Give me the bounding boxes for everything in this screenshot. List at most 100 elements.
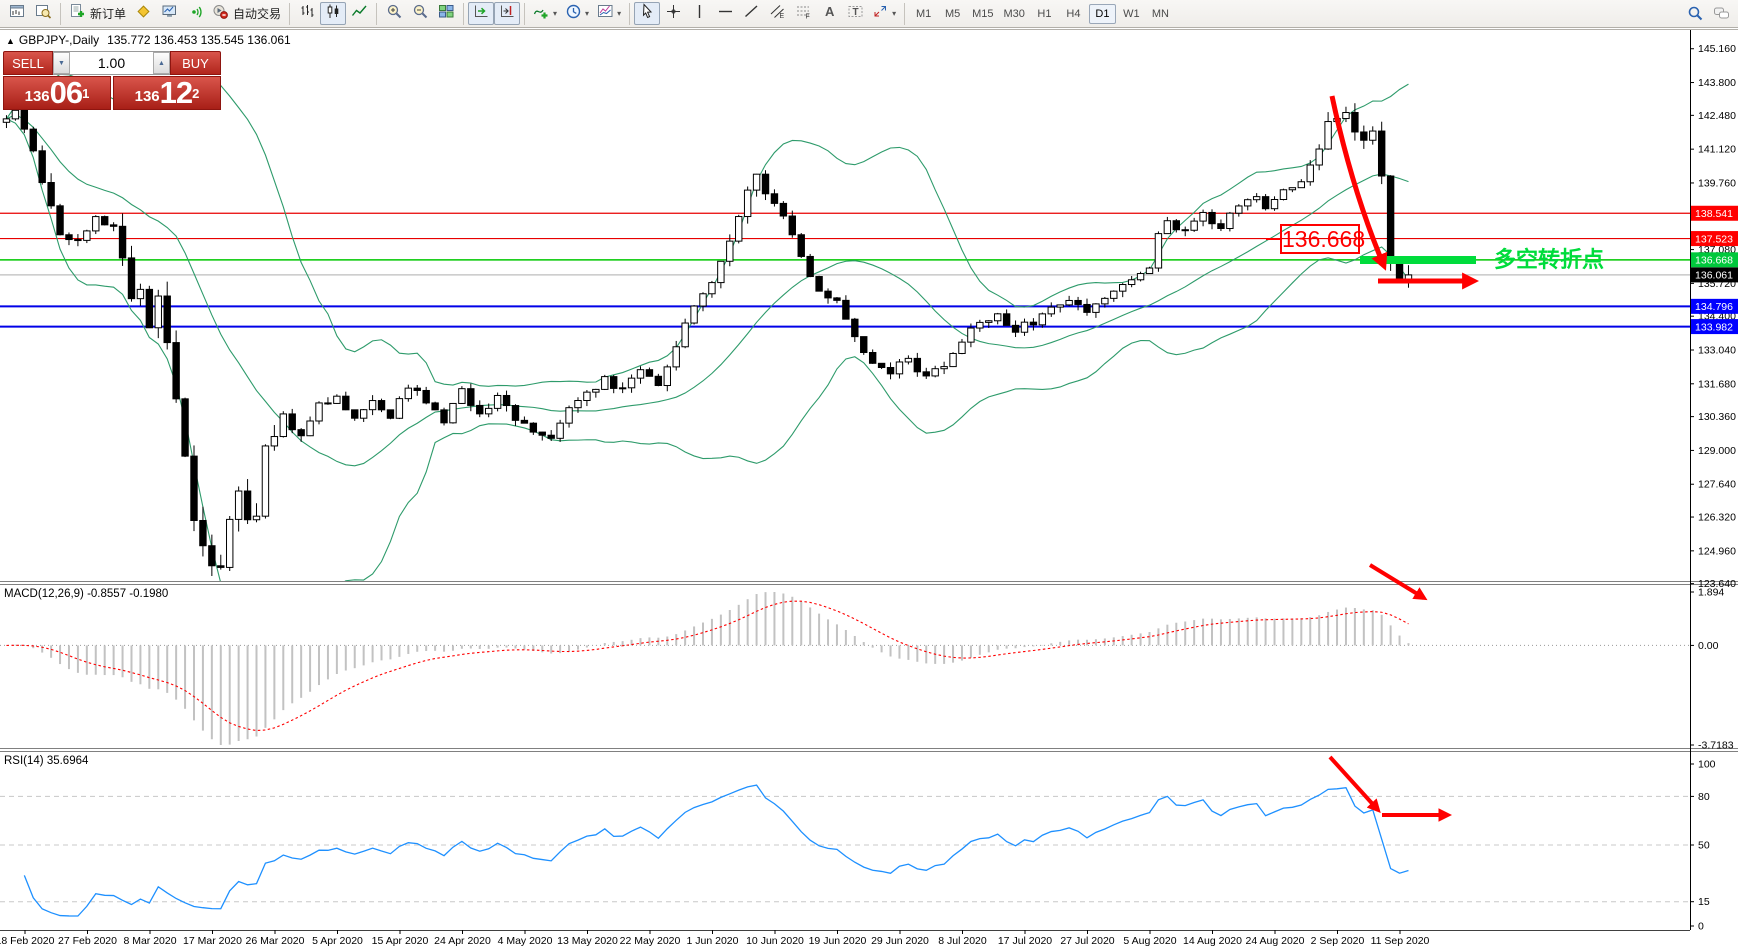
equidistant-channel-button[interactable]: E (764, 2, 790, 25)
horizontal-line-icon (717, 3, 734, 25)
timeframe-m5-button[interactable]: M5 (939, 4, 966, 24)
candles-chart-button[interactable] (320, 2, 347, 25)
svg-text:1 Jun 2020: 1 Jun 2020 (687, 935, 739, 947)
price-level-annotation[interactable]: 136.668 (1280, 224, 1365, 254)
svg-text:27 Feb 2020: 27 Feb 2020 (58, 935, 117, 947)
dropdown-arrow-icon[interactable]: ▾ (585, 9, 589, 18)
text-label-button[interactable]: T (842, 2, 868, 25)
mt4-terminal-window: 新订单 自动交易 ▾ ▾ ▾ E F A T ▾ M1 M5 M15 M30 H1 H4 D1 W1 MN 145.… (0, 0, 1738, 950)
arrows-icon (872, 3, 889, 25)
buy-button[interactable]: BUY (170, 51, 221, 75)
volume-decrease-button[interactable]: ▼ (53, 52, 70, 74)
collapse-panel-icon[interactable]: ▲ (6, 36, 15, 46)
timeframe-m1-button[interactable]: M1 (910, 4, 937, 24)
svg-text:136.061: 136.061 (1695, 270, 1733, 282)
svg-text:T: T (852, 7, 858, 18)
svg-text:19 Jun 2020: 19 Jun 2020 (809, 935, 867, 947)
templates-icon (597, 3, 614, 25)
candles-chart-icon (325, 3, 342, 25)
profiles-button[interactable] (30, 2, 56, 25)
svg-text:27 Jul 2020: 27 Jul 2020 (1060, 935, 1114, 947)
ohlc-values: 135.772 136.453 135.545 136.061 (107, 33, 291, 47)
zoom-out-button[interactable] (407, 2, 433, 25)
timeframe-d1-button[interactable]: D1 (1088, 3, 1116, 24)
svg-text:E: E (779, 13, 784, 20)
auto-scroll-button[interactable] (468, 2, 495, 25)
dropdown-arrow-icon[interactable]: ▾ (892, 9, 896, 18)
auto-trading-icon (212, 3, 229, 25)
timeframe-m15-button[interactable]: M15 (968, 4, 997, 24)
volume-stepper: ▼ ▲ (53, 51, 170, 75)
chart-canvas[interactable]: 145.160143.800142.480141.120139.760138.4… (0, 0, 1738, 950)
sell-price-point: 1 (82, 86, 90, 101)
svg-text:2 Sep 2020: 2 Sep 2020 (1311, 935, 1365, 947)
volume-increase-button[interactable]: ▲ (153, 52, 170, 74)
chart-shift-icon (499, 3, 516, 25)
svg-text:26 Mar 2020: 26 Mar 2020 (246, 935, 305, 947)
svg-text:F: F (805, 13, 809, 20)
svg-text:131.680: 131.680 (1698, 378, 1736, 390)
zoom-in-button[interactable] (381, 2, 407, 25)
line-chart-button[interactable] (346, 2, 372, 25)
history-center-button[interactable] (130, 2, 156, 25)
history-center-icon (135, 3, 152, 25)
sell-price-display[interactable]: 136 06 1 (3, 76, 111, 110)
toolbar-separator (904, 2, 906, 25)
bars-chart-button[interactable] (294, 2, 320, 25)
equidistant-channel-icon: E (769, 3, 786, 25)
fibonacci-button[interactable]: F (790, 2, 816, 25)
timeframe-m30-button[interactable]: M30 (1000, 4, 1029, 24)
svg-text:80: 80 (1698, 791, 1710, 803)
trendline-button[interactable] (738, 2, 764, 25)
market-watch-icon (161, 3, 178, 25)
vertical-line-button[interactable] (686, 2, 712, 25)
periods-button[interactable]: ▾ (561, 2, 593, 25)
volume-input[interactable] (70, 52, 153, 74)
svg-text:15 Apr 2020: 15 Apr 2020 (372, 935, 429, 947)
signals-button[interactable] (182, 2, 208, 25)
svg-text:127.640: 127.640 (1698, 479, 1736, 491)
new-order-button[interactable]: 新订单 (65, 2, 130, 25)
bars-chart-icon (299, 3, 316, 25)
timeframe-h1-button[interactable]: H1 (1031, 4, 1058, 24)
text-label-icon: T (847, 3, 864, 25)
toolbar-separator (629, 2, 631, 25)
timeframe-mn-button[interactable]: MN (1147, 4, 1174, 24)
dropdown-arrow-icon[interactable]: ▾ (553, 9, 557, 18)
dropdown-arrow-icon[interactable]: ▾ (617, 9, 621, 18)
svg-text:13 May 2020: 13 May 2020 (557, 935, 618, 947)
cursor-icon (639, 2, 656, 25)
crosshair-button[interactable] (660, 2, 686, 25)
toolbar-separator (463, 2, 465, 25)
fibonacci-icon: F (795, 3, 812, 25)
periods-icon (565, 3, 582, 25)
chart-shift-button[interactable] (494, 2, 521, 25)
market-watch-button[interactable] (156, 2, 182, 25)
buy-price-point: 2 (192, 86, 200, 101)
cursor-button[interactable] (634, 2, 661, 25)
sell-button[interactable]: SELL (3, 51, 53, 75)
text-button[interactable]: A (816, 2, 842, 25)
buy-price-int: 136 (134, 88, 160, 105)
svg-text:138.541: 138.541 (1695, 208, 1733, 220)
tile-windows-button[interactable] (433, 2, 459, 25)
timeframe-h4-button[interactable]: H4 (1060, 4, 1087, 24)
toolbar: 新订单 自动交易 ▾ ▾ ▾ E F A T ▾ M1 M5 M15 M30 H1 H4 D1 W1 MN (0, 0, 1738, 28)
auto-trading-button[interactable]: 自动交易 (208, 2, 285, 25)
indicators-button[interactable]: ▾ (529, 2, 561, 25)
chat-button[interactable] (1708, 2, 1734, 25)
svg-text:5 Aug 2020: 5 Aug 2020 (1123, 935, 1176, 947)
templates-button[interactable]: ▾ (593, 2, 625, 25)
horizontal-line-button[interactable] (712, 2, 738, 25)
svg-text:126.320: 126.320 (1698, 512, 1736, 524)
svg-text:8 Mar 2020: 8 Mar 2020 (123, 935, 176, 947)
toolbar-separator (289, 2, 291, 25)
buy-price-display[interactable]: 136 12 2 (113, 76, 221, 110)
search-button[interactable] (1682, 2, 1708, 25)
arrows-button[interactable]: ▾ (868, 2, 900, 25)
timeframe-w1-button[interactable]: W1 (1118, 4, 1145, 24)
svg-text:133.982: 133.982 (1695, 321, 1733, 333)
turning-point-note[interactable]: 多空转折点 (1494, 242, 1604, 274)
svg-text:14 Aug 2020: 14 Aug 2020 (1183, 935, 1242, 947)
chart-window-button[interactable] (4, 2, 30, 25)
